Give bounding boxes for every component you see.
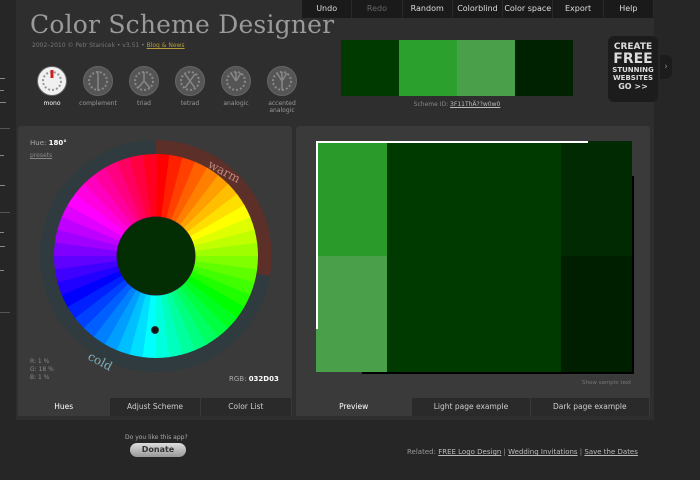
donate-question: Do you like this app? [125,434,188,441]
scheme-swatches [341,40,573,96]
app-byline: 2002–2010 © Petr Stanicek • v3.51 • Blog… [32,42,185,49]
tab-color-list[interactable]: Color List [200,398,292,416]
tab-dark-page-example[interactable]: Dark page example [530,398,650,416]
swatch-1[interactable] [341,40,399,96]
related-link-logo[interactable]: FREE Logo Design [438,448,501,456]
top-menu: Undo Redo Random Colorblind Color space … [302,0,654,18]
hue-handle-dot[interactable] [151,326,159,334]
menu-color-space[interactable]: Color space [503,0,554,18]
mode-label: accented analogic [268,100,296,114]
swatch-3[interactable] [457,40,515,96]
mode-accented-analogic[interactable]: accented analogic [260,66,304,114]
tab-preview[interactable]: Preview [296,398,413,416]
complement-icon [83,66,113,96]
ad-line-3: STUNNING [612,66,654,74]
mode-tetrad[interactable]: tetrad [168,66,212,107]
scheme-id-link[interactable]: 3F11ThÄ??w0w0 [450,101,500,108]
right-tabs: Preview Light page example Dark page exa… [296,398,650,416]
tab-adjust-scheme[interactable]: Adjust Scheme [110,398,201,416]
menu-help[interactable]: Help [604,0,654,18]
color-wheel[interactable]: warm cold [37,137,275,375]
menu-export[interactable]: Export [553,0,604,18]
mode-analogic[interactable]: analogic [214,66,258,107]
show-sample-text-link[interactable]: Show sample text [582,380,631,386]
related-links: Related: FREE Logo Design | Wedding Invi… [407,448,638,456]
left-edge-strip [0,0,14,476]
related-link-wedding[interactable]: Wedding Invitations [508,448,577,456]
accented-analogic-icon [267,66,297,96]
mono-icon [37,66,67,96]
mode-label: mono [43,100,61,107]
byline-text: 2002–2010 © Petr Stanicek • v3.51 • [32,42,145,49]
rgb-hex-value: 032D03 [248,375,279,383]
ad-line-4: WEBSITES [612,74,654,82]
ad-line-2: FREE [613,51,653,67]
scheme-id: Scheme ID: 3F11ThÄ??w0w0 [341,101,573,108]
rgb-hex: RGB: 032D03 [229,375,279,383]
app-title: Color Scheme Designer [30,10,335,39]
mode-mono[interactable]: mono [30,66,74,107]
mode-label: analogic [223,100,249,107]
ad-banner[interactable]: CREATE FREE STUNNING WEBSITES GO >> [608,36,658,102]
mode-label: complement [79,100,117,107]
swatch-4[interactable] [515,40,573,96]
menu-random[interactable]: Random [403,0,453,18]
blog-news-link[interactable]: Blog & News [147,42,185,49]
rgb-g: G: 18 % [30,366,54,373]
ad-next-arrow-icon[interactable]: › [660,55,672,79]
scheme-modes: mono complement triad tetrad analogic ac… [30,66,297,116]
left-tabs: Hues Adjust Scheme Color List [18,398,292,416]
menu-redo[interactable]: Redo [352,0,403,18]
tab-light-page-example[interactable]: Light page example [412,398,531,416]
rgb-label: RGB: [229,375,247,383]
ad-go-link[interactable]: GO >> [608,82,658,91]
rgb-percentages: R: 1 % G: 18 % B: 1 % [30,358,54,382]
tab-hues[interactable]: Hues [18,398,111,416]
preview-frame [316,141,588,329]
menu-undo[interactable]: Undo [302,0,353,18]
rgb-b: B: 1 % [30,374,50,381]
triad-icon [129,66,159,96]
donate-button[interactable]: Donate [130,443,186,457]
tetrad-icon [175,66,205,96]
menu-colorblind[interactable]: Colorblind [453,0,504,18]
related-link-save-dates[interactable]: Save the Dates [584,448,638,456]
swatch-2[interactable] [399,40,457,96]
related-label: Related: [407,448,436,456]
rgb-r: R: 1 % [30,358,50,365]
wheel-center-swatch [116,216,196,296]
analogic-icon [221,66,251,96]
mode-complement[interactable]: complement [76,66,120,107]
mode-label: triad [137,100,151,107]
scheme-id-label: Scheme ID: [413,101,449,108]
mode-label: tetrad [180,100,200,107]
mode-triad[interactable]: triad [122,66,166,107]
left-edge-marks [0,78,10,313]
